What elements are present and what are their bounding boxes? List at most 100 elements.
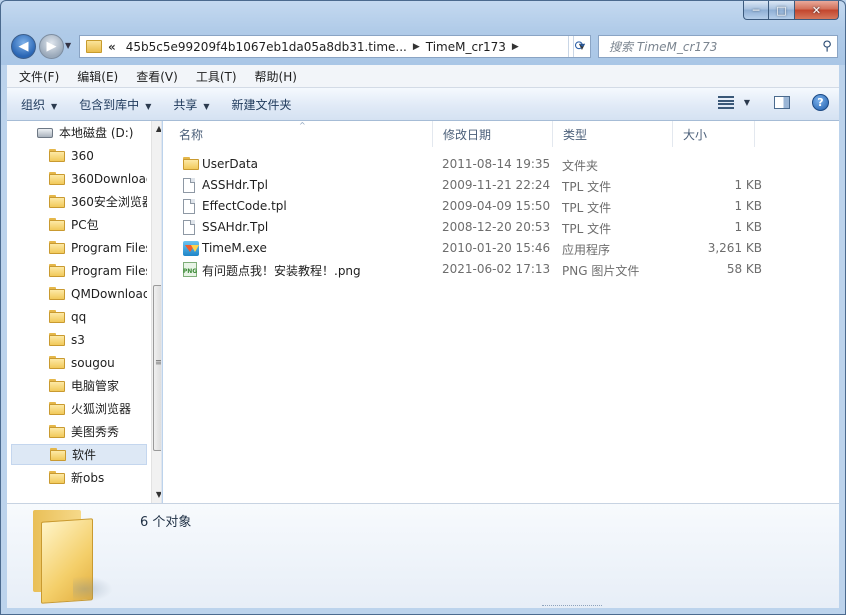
file-date: 2009-04-09 15:50 <box>442 199 551 213</box>
search-input[interactable] <box>607 38 817 55</box>
tree-item-label: 360 <box>71 148 94 163</box>
column-header-size[interactable]: 大小 <box>673 121 755 147</box>
search-box: ⚲ <box>598 35 838 58</box>
pane-resize-handle[interactable] <box>542 605 602 609</box>
back-button[interactable]: ◀ <box>11 34 36 59</box>
file-size: 58 KB <box>726 262 762 276</box>
tree-item-folder[interactable]: QMDownload <box>7 283 147 304</box>
tree-item-label: 本地磁盘 (D:) <box>59 126 134 140</box>
organize-label: 组织 <box>21 97 46 112</box>
document-icon <box>183 178 195 193</box>
chevron-down-icon: ▼ <box>51 101 58 111</box>
tree-item-folder[interactable]: qq <box>7 306 147 327</box>
chevron-down-icon: ▼ <box>203 101 210 111</box>
breadcrumb-separator-icon[interactable]: ▶ <box>512 42 519 52</box>
chevron-down-icon[interactable]: ▼ <box>744 98 750 107</box>
folder-icon <box>86 40 102 53</box>
scroll-down-icon[interactable]: ▼ <box>152 487 161 503</box>
tree-item-folder[interactable]: s3 <box>7 329 147 350</box>
menu-view[interactable]: 查看(V) <box>130 68 184 85</box>
tree-item-label: 火狐浏览器 <box>71 402 132 416</box>
breadcrumb-segment[interactable]: 45b5c5e99209f4b1067eb1da05a8db31.time... <box>120 40 413 54</box>
refresh-button[interactable]: ⟳ <box>568 36 591 57</box>
folder-icon <box>49 264 65 277</box>
document-icon <box>183 220 195 235</box>
tree-item-label: Program Files <box>71 240 147 255</box>
scrollbar-thumb[interactable] <box>153 285 161 451</box>
menu-tools[interactable]: 工具(T) <box>190 68 243 85</box>
folder-icon <box>49 310 65 323</box>
tree-item-folder[interactable]: PC包 <box>7 214 147 235</box>
tree-item-folder[interactable]: 火狐浏览器 <box>7 398 147 419</box>
file-row[interactable]: ASSHdr.Tpl 2009-11-21 22:24 TPL 文件 1 KB <box>177 175 777 196</box>
address-overflow[interactable]: « <box>108 40 120 54</box>
nav-pane-scrollbar[interactable]: ▲ ▼ <box>151 121 161 503</box>
menu-file[interactable]: 文件(F) <box>13 68 65 85</box>
share-button[interactable]: 共享 ▼ <box>165 96 217 113</box>
file-row[interactable]: EffectCode.tpl 2009-04-09 15:50 TPL 文件 1 KB <box>177 196 777 217</box>
file-date: 2011-08-14 19:35 <box>442 157 551 171</box>
tree-item-folder[interactable]: 360安全浏览器 <box>7 191 147 212</box>
tree-item-folder[interactable]: sougou <box>7 352 147 373</box>
scroll-up-icon[interactable]: ▲ <box>152 121 161 137</box>
file-type: TPL 文件 <box>562 222 612 236</box>
recent-pages-dropdown[interactable]: ▼ <box>65 41 75 51</box>
tree-item-folder[interactable]: 电脑管家 <box>7 375 147 396</box>
search-icon[interactable]: ⚲ <box>817 39 837 54</box>
exe-icon <box>183 241 199 256</box>
item-count: 6 个对象 <box>140 515 192 530</box>
file-name: TimeM.exe <box>202 241 267 255</box>
maximize-button[interactable]: □ <box>769 1 795 20</box>
tree-item-folder[interactable]: 软件 <box>11 444 147 465</box>
file-row[interactable]: SSAHdr.Tpl 2008-12-20 20:53 TPL 文件 1 KB <box>177 217 777 238</box>
folder-icon <box>49 333 65 346</box>
column-header-label: 类型 <box>563 127 588 142</box>
tree-item-folder[interactable]: Program Files <box>7 237 147 258</box>
folder-icon <box>49 356 65 369</box>
tree-item-drive-d[interactable]: 本地磁盘 (D:) <box>37 122 161 143</box>
file-date: 2021-06-02 17:13 <box>442 262 551 276</box>
maximize-icon: □ <box>776 3 787 17</box>
address-bar[interactable]: « 45b5c5e99209f4b1067eb1da05a8db31.time.… <box>79 35 591 58</box>
folder-icon <box>49 425 65 438</box>
column-header-date[interactable]: 修改日期 <box>433 121 553 147</box>
file-row[interactable]: TimeM.exe 2010-01-20 15:46 应用程序 3,261 KB <box>177 238 777 259</box>
preview-pane-icon[interactable] <box>774 96 790 109</box>
column-header-name[interactable]: 名称 <box>169 121 433 147</box>
file-icon-wrapper <box>183 199 195 214</box>
view-options-icon[interactable] <box>717 96 734 109</box>
tree-item-folder[interactable]: 新obs <box>7 467 147 488</box>
forward-button[interactable]: ▶ <box>39 34 64 59</box>
file-date: 2010-01-20 15:46 <box>442 241 551 255</box>
tree-item-folder[interactable]: 360 <box>7 145 147 166</box>
breadcrumb-segment-current[interactable]: TimeM_cr173 <box>420 40 512 54</box>
minimize-button[interactable]: ─ <box>743 1 769 20</box>
menu-bar: 文件(F) 编辑(E) 查看(V) 工具(T) 帮助(H) <box>7 65 839 88</box>
tree-item-folder[interactable]: 360Download <box>7 168 147 189</box>
file-size: 3,261 KB <box>707 241 762 255</box>
breadcrumb-separator-icon[interactable]: ▶ <box>413 42 420 52</box>
organize-button[interactable]: 组织 ▼ <box>13 96 65 113</box>
file-row[interactable]: PNG 有问题点我！安装教程！.png 2021-06-02 17:13 PNG 图片… <box>177 259 777 280</box>
tree-item-folder[interactable]: 美图秀秀 <box>7 421 147 442</box>
file-icon-wrapper <box>183 220 195 235</box>
details-pane: 6 个对象 <box>7 503 839 608</box>
new-folder-button[interactable]: 新建文件夹 <box>224 96 300 113</box>
folder-icon <box>49 172 65 185</box>
tree-item-label: 美图秀秀 <box>71 425 120 439</box>
folder-icon <box>49 287 65 300</box>
menu-help[interactable]: 帮助(H) <box>249 68 303 85</box>
column-header-type[interactable]: 类型 <box>553 121 673 147</box>
tree-item-folder[interactable]: Program Files <box>7 260 147 281</box>
include-in-library-button[interactable]: 包含到库中 ▼ <box>71 96 159 113</box>
new-folder-label: 新建文件夹 <box>231 97 292 112</box>
arrow-left-icon: ◀ <box>18 39 29 54</box>
menu-edit[interactable]: 编辑(E) <box>71 68 124 85</box>
file-size: 1 KB <box>734 220 762 234</box>
tree-item-label: qq <box>71 309 87 324</box>
file-row[interactable]: UserData 2011-08-14 19:35 文件夹 <box>177 154 777 175</box>
help-icon[interactable]: ? <box>812 94 829 111</box>
close-button[interactable]: ✕ <box>795 1 839 20</box>
file-list: ^ 名称 修改日期 类型 大小 UserData 2011-08-14 19:35… <box>163 121 839 503</box>
command-bar: 组织 ▼ 包含到库中 ▼ 共享 ▼ 新建文件夹 ▼ ? <box>7 88 839 121</box>
